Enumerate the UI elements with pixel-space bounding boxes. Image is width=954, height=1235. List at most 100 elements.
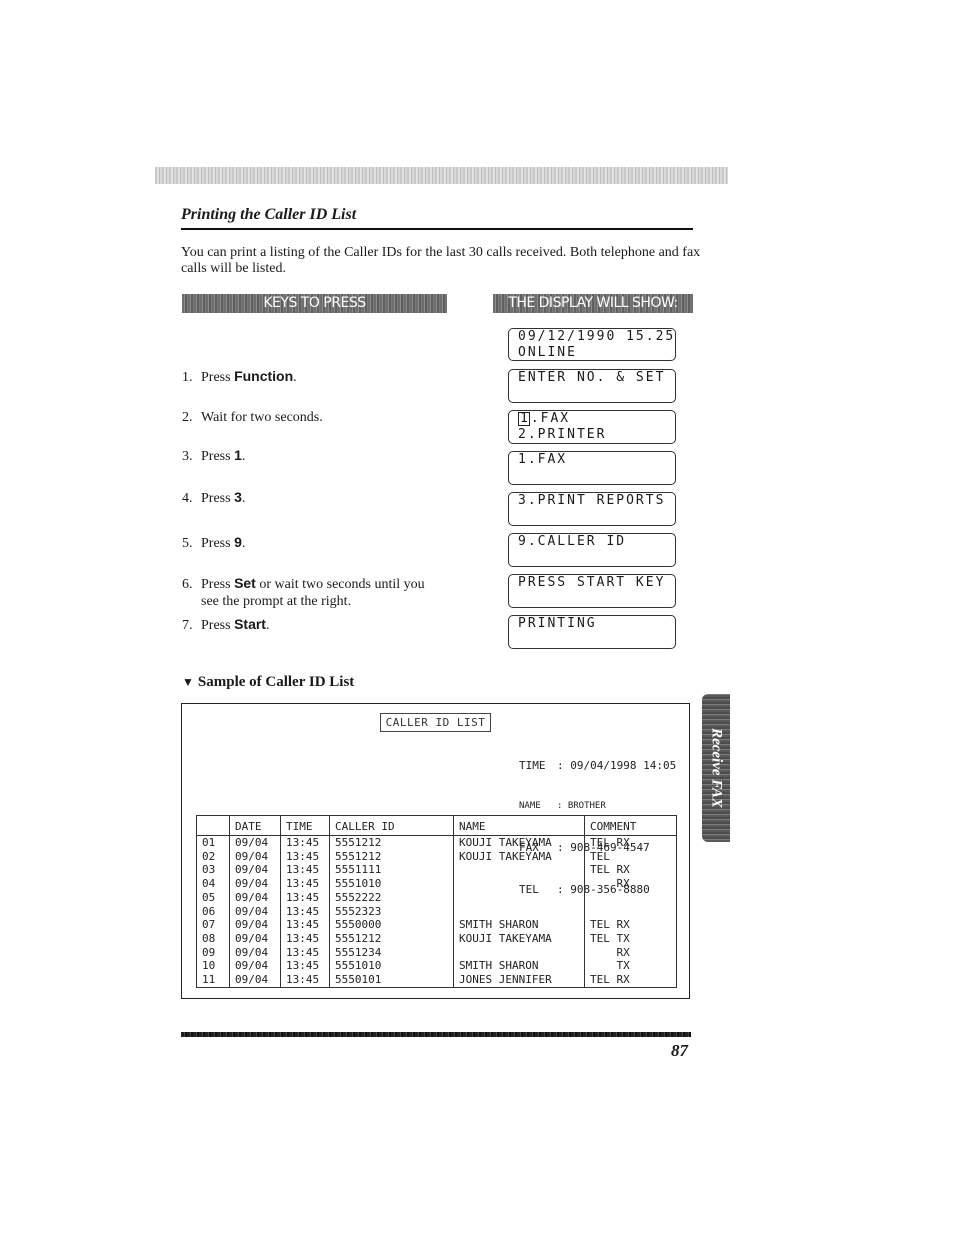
step-5: 5. Press 9. <box>182 534 246 551</box>
key-1: 1 <box>234 447 242 463</box>
meta-time: TIME: 09/04/1998 14:05 <box>519 758 677 772</box>
cell-time: 13:45 <box>280 835 330 850</box>
cell-name: KOUJI TAKEYAMA <box>453 849 585 864</box>
cell-comment: TX <box>584 959 677 974</box>
cursor-box: 1 <box>518 411 530 426</box>
cell-caller-id: 5550101 <box>329 973 454 988</box>
header-decorative-band <box>155 167 728 184</box>
col-header-index <box>196 815 230 836</box>
lcd-display-printing: PRINTING <box>508 615 676 649</box>
table-row: 01 09/04 13:45 5551212 KOUJI TAKEYAMA TEL RX <box>196 835 677 850</box>
step-6: 6. Press Set or wait two seconds until yo… <box>182 575 425 609</box>
table-row: 02 09/04 13:45 5551212 KOUJI TAKEYAMA TEL <box>196 849 677 864</box>
cell-name <box>453 877 585 891</box>
cell-name: SMITH SHARON <box>453 918 585 932</box>
table-row: 08 09/04 13:45 5551212 KOUJI TAKEYAMA TEL TX <box>196 931 677 946</box>
title-rule <box>181 228 693 230</box>
key-set: Set <box>234 575 256 591</box>
cell-caller-id: 5550000 <box>329 918 454 932</box>
cell-comment: TEL RX <box>584 835 677 850</box>
lcd-display-online: 09/12/1990 15.25 ONLINE <box>508 328 676 361</box>
cell-name <box>453 890 585 905</box>
section-title: Printing the Caller ID List <box>181 206 357 223</box>
cell-caller-id: 5551212 <box>329 849 454 864</box>
cell-date: 09/04 <box>229 973 281 988</box>
cell-time: 13:45 <box>280 890 330 905</box>
cell-name: JONES JENNIFER <box>453 973 585 988</box>
cell-name <box>453 945 585 960</box>
cell-comment: RX <box>584 877 677 891</box>
step-1: 1. Press Function. <box>182 368 297 385</box>
table-header-row: DATE TIME CALLER ID NAME COMMENT <box>196 815 677 836</box>
caller-id-table-body: 01 09/04 13:45 5551212 KOUJI TAKEYAMA TEL RX 0… <box>196 835 677 988</box>
cell-caller-id: 5551212 <box>329 835 454 850</box>
cell-date: 09/04 <box>229 890 281 905</box>
cell-comment: TEL RX <box>584 863 677 878</box>
step-2: 2. Wait for two seconds. <box>182 410 323 425</box>
cell-date: 09/04 <box>229 863 281 878</box>
cell-index: 05 <box>196 890 230 905</box>
footer-rule <box>181 1032 691 1037</box>
cell-date: 09/04 <box>229 945 281 960</box>
page-number: 87 <box>671 1041 688 1060</box>
col-header-caller-id: CALLER ID <box>329 815 454 836</box>
cell-time: 13:45 <box>280 863 330 878</box>
cell-index: 10 <box>196 959 230 974</box>
cell-name: KOUJI TAKEYAMA <box>453 931 585 946</box>
cell-caller-id: 5551234 <box>329 945 454 960</box>
cell-time: 13:45 <box>280 959 330 974</box>
cell-name <box>453 863 585 878</box>
cell-caller-id: 5552323 <box>329 904 454 919</box>
table-row: 06 09/04 13:45 5552323 <box>196 904 677 919</box>
cell-caller-id: 5551111 <box>329 863 454 878</box>
caller-id-table: DATE TIME CALLER ID NAME COMMENT 01 09/04… <box>196 815 677 988</box>
meta-name: NAME: BROTHER <box>519 800 606 811</box>
table-row: 10 09/04 13:45 5551010 SMITH SHARON TX <box>196 959 677 974</box>
cell-caller-id: 5551010 <box>329 959 454 974</box>
cell-caller-id: 5551212 <box>329 931 454 946</box>
cell-name: SMITH SHARON <box>453 959 585 974</box>
table-row: 04 09/04 13:45 5551010 RX <box>196 877 677 891</box>
section-tab-receive-fax: Receive FAX <box>702 694 730 842</box>
table-row: 11 09/04 13:45 5550101 JONES JENNIFER TEL RX <box>196 973 677 988</box>
col-header-time: TIME <box>280 815 330 836</box>
key-function: Function <box>234 368 294 384</box>
cell-time: 13:45 <box>280 849 330 864</box>
lcd-display-enter-no: ENTER NO. & SET <box>508 369 676 403</box>
cell-time: 13:45 <box>280 918 330 932</box>
table-row: 07 09/04 13:45 5550000 SMITH SHARON TEL RX <box>196 918 677 932</box>
cell-index: 07 <box>196 918 230 932</box>
cell-index: 01 <box>196 835 230 850</box>
cell-date: 09/04 <box>229 918 281 932</box>
cell-comment <box>584 904 677 919</box>
key-3: 3 <box>234 489 242 505</box>
col-header-name: NAME <box>453 815 585 836</box>
cell-comment: RX <box>584 945 677 960</box>
cell-comment: TEL <box>584 849 677 864</box>
cell-date: 09/04 <box>229 835 281 850</box>
cell-comment <box>584 890 677 905</box>
cell-time: 13:45 <box>280 931 330 946</box>
cell-comment: TEL RX <box>584 918 677 932</box>
cell-index: 09 <box>196 945 230 960</box>
cell-index: 11 <box>196 973 230 988</box>
cell-name: KOUJI TAKEYAMA <box>453 835 585 850</box>
cell-index: 08 <box>196 931 230 946</box>
table-row: 09 09/04 13:45 5551234 RX <box>196 945 677 960</box>
cell-date: 09/04 <box>229 849 281 864</box>
col-header-date: DATE <box>229 815 281 836</box>
cell-time: 13:45 <box>280 945 330 960</box>
lcd-display-fax: 1.FAX <box>508 451 676 485</box>
cell-comment: TEL TX <box>584 931 677 946</box>
intro-paragraph: You can print a listing of the Caller ID… <box>181 245 701 276</box>
cell-comment: TEL RX <box>584 973 677 988</box>
cell-index: 06 <box>196 904 230 919</box>
sample-title: ▼ Sample of Caller ID List <box>182 674 355 690</box>
cell-index: 02 <box>196 849 230 864</box>
cell-caller-id: 5552222 <box>329 890 454 905</box>
step-3: 3. Press 1. <box>182 447 246 464</box>
key-9: 9 <box>234 534 242 550</box>
cell-time: 13:45 <box>280 973 330 988</box>
cell-time: 13:45 <box>280 877 330 891</box>
step-4: 4. Press 3. <box>182 489 246 506</box>
